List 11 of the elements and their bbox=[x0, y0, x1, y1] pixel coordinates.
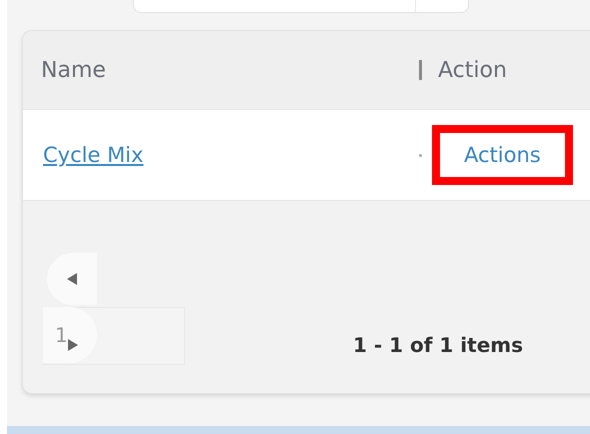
dot-icon bbox=[419, 154, 422, 156]
item-count: 1 - 1 of 1 items bbox=[353, 333, 524, 357]
actions-button[interactable]: Actions bbox=[432, 125, 573, 185]
right-triangle-icon[interactable] bbox=[67, 338, 79, 352]
previous-page-button[interactable] bbox=[47, 253, 97, 305]
resize-handle[interactable] bbox=[419, 60, 422, 80]
name-link[interactable]: Cycle Mix bbox=[23, 143, 144, 167]
input-field[interactable] bbox=[133, 0, 469, 13]
column-header: Action bbox=[438, 58, 507, 82]
left-triangle-icon bbox=[66, 272, 78, 286]
column-header: Name bbox=[40, 58, 107, 82]
